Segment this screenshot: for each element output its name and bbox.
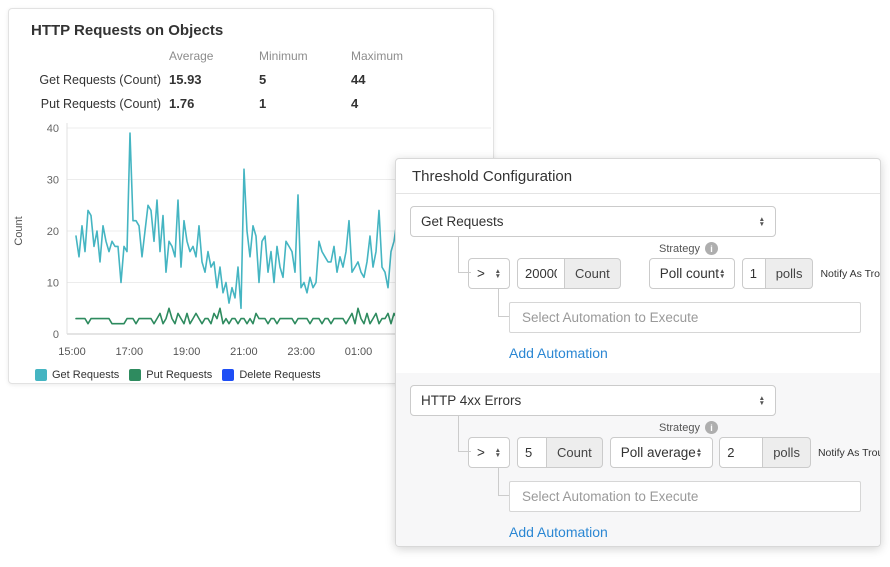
- svg-text:21:00: 21:00: [230, 346, 258, 358]
- polls-unit-addon: polls: [763, 437, 811, 468]
- tree-connector: [498, 289, 509, 317]
- legend-label: Delete Requests: [239, 369, 320, 381]
- threshold-value-group: Count: [517, 258, 621, 289]
- notify-as-trouble-label: Notify As Trouble: [820, 268, 881, 280]
- legend-item-delete-requests: Delete Requests: [222, 369, 320, 381]
- select-stepper-icon: ▲▼: [759, 396, 765, 406]
- stats-value-average: 1.76: [169, 96, 259, 111]
- metric-select-value: HTTP 4xx Errors: [421, 393, 521, 408]
- threshold-configuration-panel: Threshold Configuration Get Requests ▲▼ …: [395, 158, 881, 547]
- delete-requests-swatch: [222, 369, 234, 381]
- tree-connector: [458, 237, 471, 273]
- poll-strategy-select-value: Poll count: [660, 266, 719, 281]
- chart-stats-table: Average Minimum Maximum Get Requests (Co…: [31, 49, 493, 111]
- condition-row: > ▲▼ Count Poll average ▲▼ polls Notify …: [468, 437, 874, 468]
- polls-value-input[interactable]: [742, 258, 766, 289]
- svg-text:40: 40: [47, 123, 59, 135]
- polls-unit-addon: polls: [766, 258, 814, 289]
- add-automation-link[interactable]: Add Automation: [509, 524, 608, 540]
- metric-select[interactable]: Get Requests ▲▼: [410, 206, 776, 237]
- polls-value-group: polls: [719, 437, 811, 468]
- info-icon[interactable]: i: [705, 421, 718, 434]
- svg-text:01:00: 01:00: [345, 346, 373, 358]
- strategy-label-row: Strategy i: [659, 420, 874, 435]
- select-automation-input[interactable]: [509, 481, 861, 512]
- condition-row: > ▲▼ Count Poll count ▲▼ polls Notify As…: [468, 258, 874, 289]
- threshold-block-http-4xx-errors: HTTP 4xx Errors ▲▼ Strategy i > ▲▼ Count…: [396, 373, 880, 547]
- stats-header-average: Average: [169, 49, 259, 63]
- legend-item-put-requests: Put Requests: [129, 369, 212, 381]
- chart-panel-title: HTTP Requests on Objects: [31, 22, 493, 39]
- svg-text:0: 0: [53, 329, 59, 341]
- tree-connector: [458, 416, 471, 452]
- info-icon[interactable]: i: [705, 242, 718, 255]
- select-stepper-icon: ▲▼: [696, 448, 702, 458]
- operator-select[interactable]: > ▲▼: [468, 258, 510, 289]
- select-automation-input[interactable]: [509, 302, 861, 333]
- svg-text:23:00: 23:00: [287, 346, 315, 358]
- strategy-label-row: Strategy i: [659, 241, 874, 256]
- polls-value-group: polls: [742, 258, 814, 289]
- poll-strategy-select[interactable]: Poll average ▲▼: [610, 437, 714, 468]
- svg-text:19:00: 19:00: [173, 346, 201, 358]
- stats-row-label: Get Requests (Count): [31, 73, 169, 87]
- threshold-unit-addon: Count: [547, 437, 603, 468]
- stats-value-minimum: 5: [259, 72, 351, 87]
- tree-connector: [498, 468, 509, 496]
- stats-header-minimum: Minimum: [259, 49, 351, 63]
- notify-as-trouble-label: Notify As Trouble: [818, 447, 881, 459]
- metric-select[interactable]: HTTP 4xx Errors ▲▼: [410, 385, 776, 416]
- select-stepper-icon: ▲▼: [495, 448, 501, 458]
- stats-value-maximum: 4: [351, 96, 447, 111]
- select-stepper-icon: ▲▼: [759, 217, 765, 227]
- get-requests-swatch: [35, 369, 47, 381]
- legend-item-get-requests: Get Requests: [35, 369, 119, 381]
- svg-text:Count: Count: [13, 216, 25, 245]
- operator-select[interactable]: > ▲▼: [468, 437, 510, 468]
- screen: HTTP Requests on Objects Average Minimum…: [0, 0, 890, 567]
- svg-text:17:00: 17:00: [116, 346, 144, 358]
- metric-select-value: Get Requests: [421, 214, 504, 229]
- svg-text:30: 30: [47, 175, 59, 187]
- strategy-label: Strategy: [659, 422, 700, 434]
- select-stepper-icon: ▲▼: [719, 269, 725, 279]
- stats-row-label: Put Requests (Count): [31, 97, 169, 111]
- poll-strategy-select[interactable]: Poll count ▲▼: [649, 258, 735, 289]
- svg-text:10: 10: [47, 278, 59, 290]
- legend-label: Put Requests: [146, 369, 212, 381]
- svg-text:20: 20: [47, 226, 59, 238]
- operator-select-value: >: [477, 266, 485, 281]
- stats-header-maximum: Maximum: [351, 49, 447, 63]
- add-automation-link[interactable]: Add Automation: [509, 345, 608, 361]
- operator-select-value: >: [477, 445, 485, 460]
- svg-text:15:00: 15:00: [58, 346, 86, 358]
- put-requests-swatch: [129, 369, 141, 381]
- legend-label: Get Requests: [52, 369, 119, 381]
- stats-value-minimum: 1: [259, 96, 351, 111]
- poll-strategy-select-value: Poll average: [621, 445, 696, 460]
- stats-value-maximum: 44: [351, 72, 447, 87]
- threshold-panel-title: Threshold Configuration: [396, 159, 880, 194]
- threshold-unit-addon: Count: [565, 258, 621, 289]
- threshold-block-get-requests: Get Requests ▲▼ Strategy i > ▲▼ Count Po…: [396, 194, 880, 373]
- threshold-value-input[interactable]: [517, 437, 547, 468]
- polls-value-input[interactable]: [719, 437, 763, 468]
- threshold-value-input[interactable]: [517, 258, 565, 289]
- stats-value-average: 15.93: [169, 72, 259, 87]
- select-stepper-icon: ▲▼: [495, 269, 501, 279]
- strategy-label: Strategy: [659, 243, 700, 255]
- threshold-value-group: Count: [517, 437, 603, 468]
